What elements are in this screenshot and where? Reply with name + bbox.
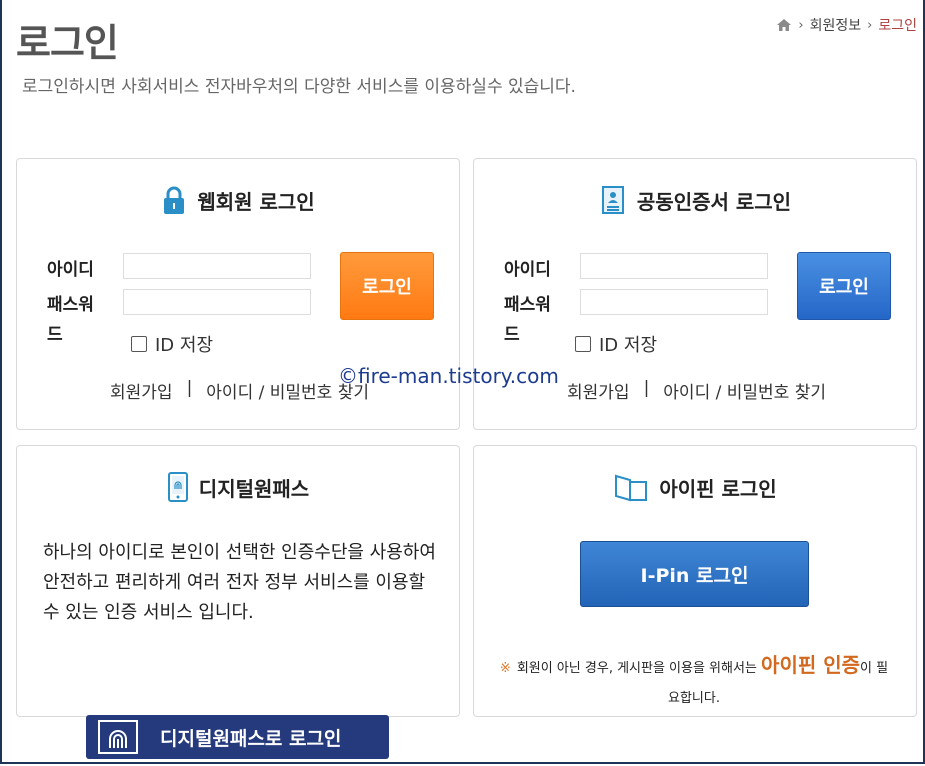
cert-id-label: 아이디 (504, 260, 551, 280)
cert-login-title: 공동인증서 로그인 (636, 189, 792, 214)
lock-icon (164, 186, 185, 214)
phone-fingerprint-icon (167, 472, 188, 502)
breadcrumb-item-member[interactable]: 회원정보 (810, 15, 862, 35)
certificate-icon (601, 186, 624, 214)
cert-find-account-link[interactable]: 아이디 / 비밀번호 찾기 (663, 378, 826, 403)
web-login-title: 웹회원 로그인 (197, 189, 315, 214)
cert-account-links: 회원가입 | 아이디 / 비밀번호 찾기 (567, 378, 826, 403)
remember-id-label: ID 저장 (155, 335, 214, 356)
breadcrumb: › 회원정보 › 로그인 (776, 15, 917, 35)
cert-login-title-row: 공동인증서 로그인 (474, 185, 916, 215)
watermark: ©fire-man.tistory.com (338, 364, 559, 388)
password-input[interactable] (123, 289, 311, 315)
cert-remember-id-row[interactable]: ID 저장 (575, 331, 657, 357)
ipin-login-button[interactable]: I-Pin 로그인 (580, 541, 809, 607)
ipin-title-row: 아이핀 로그인 (474, 472, 916, 502)
page-title: 로그인 (16, 21, 119, 65)
remember-id-checkbox[interactable] (131, 336, 147, 352)
notice-prefix: 회원이 아닌 경우, 게시판을 이용을 위해서는 (516, 661, 762, 676)
links-divider: | (186, 378, 193, 398)
remember-id-row[interactable]: ID 저장 (131, 331, 213, 357)
digital-pass-login-button[interactable]: 디지털원패스로 로그인 (86, 715, 389, 759)
digital-pass-title: 디지털원패스 (198, 476, 310, 501)
digital-pass-login-label: 디지털원패스로 로그인 (160, 727, 342, 750)
cert-join-link[interactable]: 회원가입 (567, 378, 630, 403)
account-links: 회원가입 | 아이디 / 비밀번호 찾기 (110, 378, 369, 403)
cert-password-label: 패스워드 (504, 295, 551, 345)
home-icon[interactable] (776, 18, 792, 32)
ipin-device-icon (615, 474, 648, 502)
web-login-card: 웹회원 로그인 아이디 패스워드 로그인 ID 저장 회원가입 | 아이디 / … (16, 158, 460, 430)
cert-links-divider: | (643, 378, 650, 398)
breadcrumb-item-login[interactable]: 로그인 (878, 15, 917, 35)
cert-login-button[interactable]: 로그인 (797, 252, 891, 320)
digital-pass-description: 하나의 아이디로 본인이 선택한 인증수단을 사용하여 안전하고 편리하게 여러… (43, 542, 436, 623)
web-login-button[interactable]: 로그인 (340, 252, 434, 320)
chevron-right-icon: › (798, 17, 804, 33)
notice-mark: ※ (499, 661, 511, 676)
digital-pass-card: 디지털원패스 하나의 아이디로 본인이 선택한 인증수단을 사용하여 안전하고 … (16, 445, 460, 717)
cert-remember-id-label: ID 저장 (599, 335, 658, 356)
cert-password-input[interactable] (580, 289, 768, 315)
id-label: 아이디 (47, 260, 94, 280)
notice-strong: 아이핀 인증 (761, 653, 861, 677)
page-subtitle: 로그인하시면 사회서비스 전자바우처의 다양한 서비스를 이용하실수 있습니다. (22, 77, 576, 97)
fingerprint-icon (98, 720, 138, 754)
cert-remember-id-checkbox[interactable] (575, 336, 591, 352)
cert-login-card: 공동인증서 로그인 아이디 패스워드 로그인 ID 저장 회원가입 | 아이디 … (473, 158, 917, 430)
ipin-notice: ※ 회원이 아닌 경우, 게시판을 이용을 위해서는 아이핀 인증이 필요합니다. (494, 650, 894, 714)
chevron-right-icon: › (867, 17, 873, 33)
web-login-title-row: 웹회원 로그인 (17, 185, 459, 215)
digital-pass-title-row: 디지털원패스 (17, 472, 459, 502)
password-label: 패스워드 (47, 295, 94, 345)
ipin-title: 아이핀 로그인 (659, 476, 777, 501)
id-input[interactable] (123, 253, 311, 279)
join-link[interactable]: 회원가입 (110, 378, 173, 403)
ipin-card: 아이핀 로그인 I-Pin 로그인 ※ 회원이 아닌 경우, 게시판을 이용을 위… (473, 445, 917, 717)
cert-id-input[interactable] (580, 253, 768, 279)
